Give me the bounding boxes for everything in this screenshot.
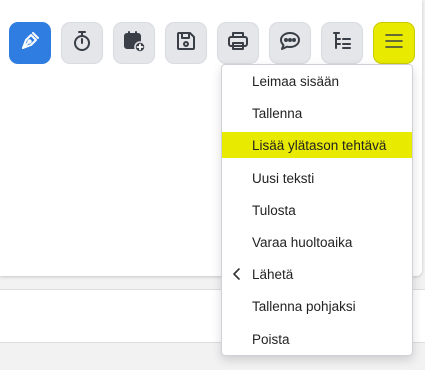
hamburger-menu-icon: [382, 29, 406, 58]
hierarchy-button[interactable]: [321, 22, 363, 64]
menu-item-save-as-template[interactable]: Tallenna pohjaksi: [222, 293, 412, 319]
chat-bubble-icon: [278, 29, 302, 58]
sign-button[interactable]: [9, 22, 51, 64]
menu-item-label: Varaa huoltoaika: [252, 234, 353, 250]
printer-icon: [226, 29, 250, 58]
menu-item-label: Lähetä: [252, 266, 294, 282]
stopwatch-icon: [70, 29, 94, 58]
menu-item-new-text[interactable]: Uusi teksti: [222, 165, 412, 191]
menu-item-save[interactable]: Tallenna: [222, 100, 412, 126]
save-button[interactable]: [165, 22, 207, 64]
menu-item-send[interactable]: Lähetä: [222, 261, 412, 287]
menu-item-label: Tallenna pohjaksi: [252, 298, 356, 314]
pen-nib-icon: [18, 29, 42, 58]
menu-item-label: Uusi teksti: [252, 170, 315, 186]
timer-button[interactable]: [61, 22, 103, 64]
menu-item-label: Leimaa sisään: [252, 73, 340, 89]
tree-list-icon: [330, 29, 354, 58]
print-button[interactable]: [217, 22, 259, 64]
menu-item-label: Poista: [252, 331, 290, 347]
comment-button[interactable]: [269, 22, 311, 64]
menu-item-label: Tulosta: [252, 202, 296, 218]
menu-item-book-service-time[interactable]: Varaa huoltoaika: [222, 229, 412, 255]
menu-item-add-parent-task[interactable]: Lisää ylätason tehtävä: [222, 132, 412, 158]
menu-item-label: Tallenna: [252, 105, 303, 121]
chevron-left-icon: [232, 267, 242, 281]
menu-item-label: Lisää ylätason tehtävä: [252, 137, 387, 153]
schedule-button[interactable]: [113, 22, 155, 64]
more-menu-button[interactable]: [373, 22, 415, 64]
menu-item-print[interactable]: Tulosta: [222, 197, 412, 223]
menu-item-clock-in[interactable]: Leimaa sisään: [222, 68, 412, 94]
floppy-disk-icon: [174, 29, 198, 58]
calendar-add-icon: [122, 29, 146, 58]
more-menu: Leimaa sisään Tallenna Lisää ylätason te…: [221, 64, 413, 356]
menu-item-delete[interactable]: Poista: [222, 326, 412, 352]
toolbar: [0, 0, 425, 64]
